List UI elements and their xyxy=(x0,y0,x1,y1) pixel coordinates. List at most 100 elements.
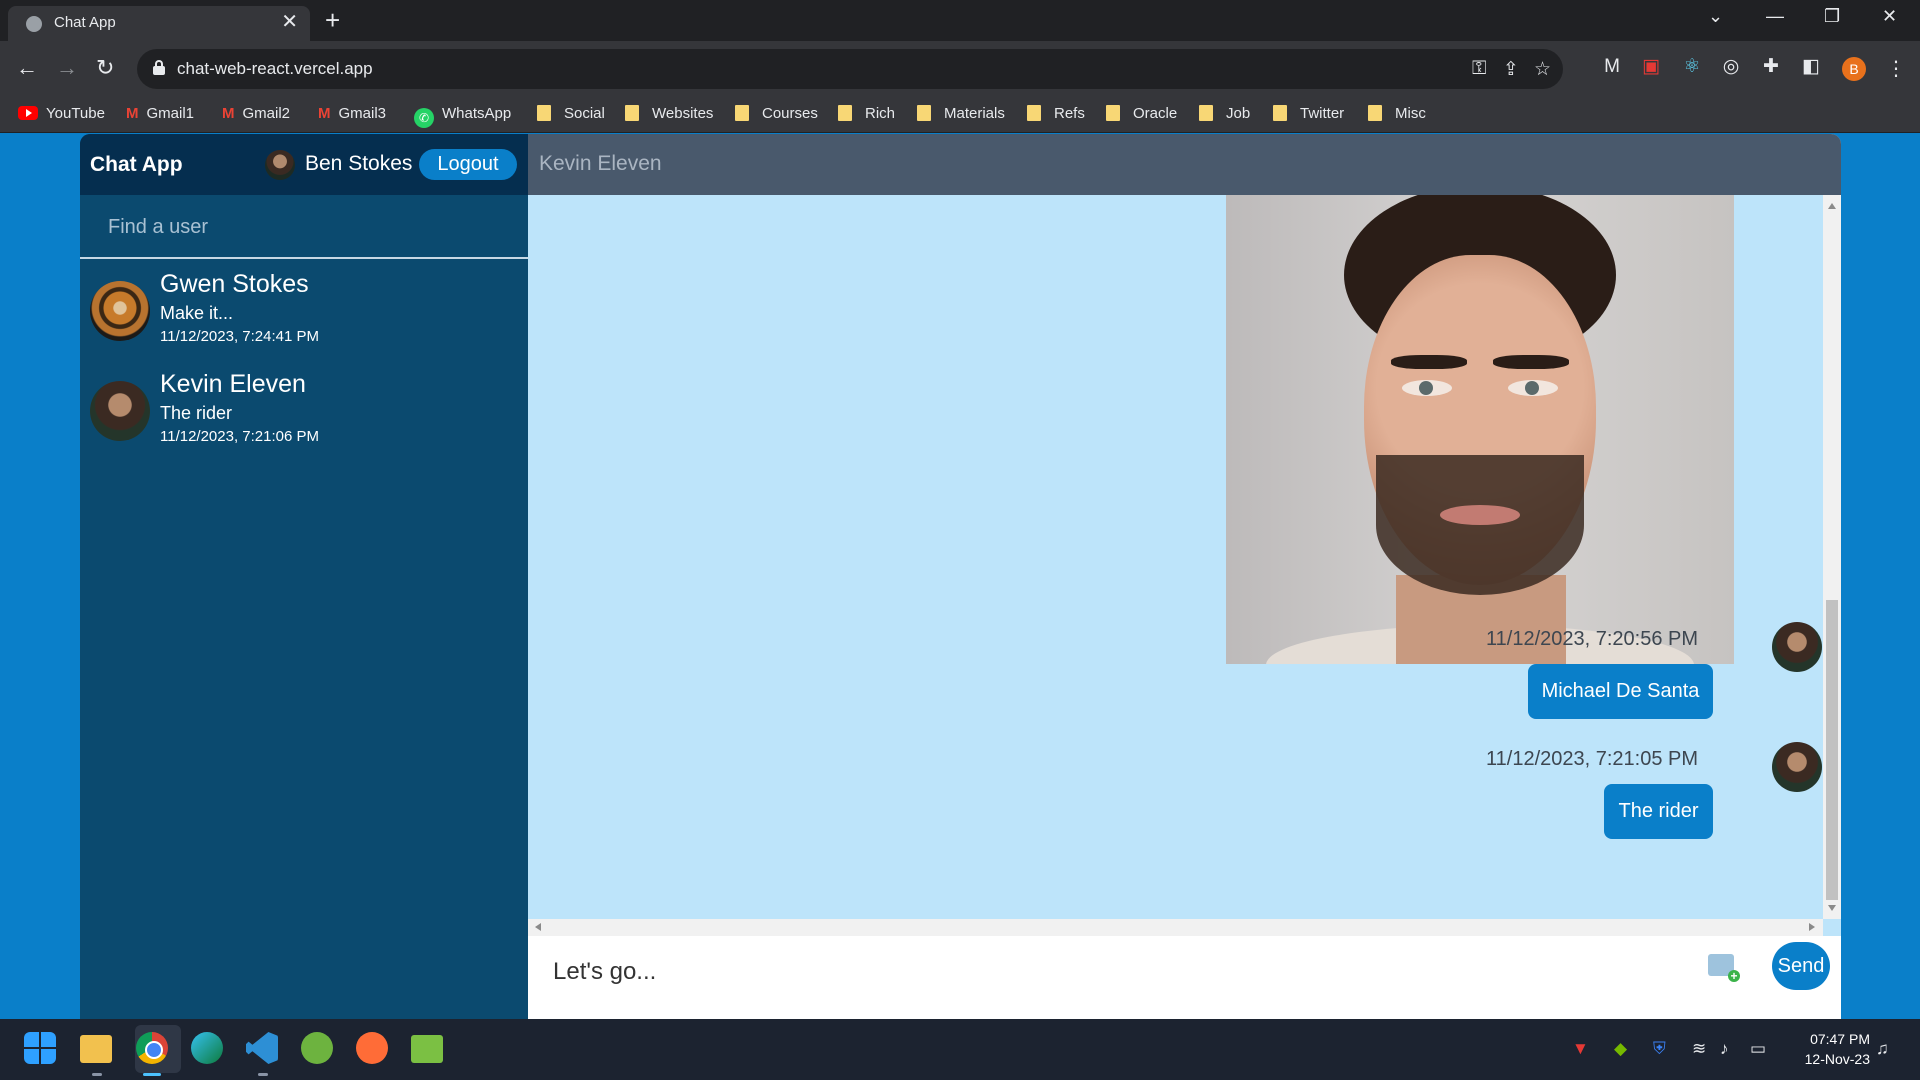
user-timestamp: 11/12/2023, 7:24:41 PM xyxy=(160,328,320,345)
gmail-icon: M xyxy=(318,105,331,122)
postman-icon[interactable] xyxy=(356,1032,388,1064)
bookmark-folder-twitter[interactable]: Twitter xyxy=(1273,105,1344,122)
folder-icon xyxy=(1106,105,1120,121)
folder-icon xyxy=(838,105,852,121)
edge-icon[interactable] xyxy=(191,1032,223,1064)
scroll-left-icon[interactable] xyxy=(535,923,541,931)
start-menu-icon[interactable] xyxy=(24,1032,56,1064)
bookmark-folder-websites[interactable]: Websites xyxy=(625,105,713,122)
tab-search-icon[interactable]: ⌄ xyxy=(1708,6,1723,27)
mcafee-icon[interactable]: ▼ xyxy=(1572,1039,1589,1059)
extension-m-icon[interactable]: M xyxy=(1601,56,1623,78)
user-last-message: Make it... xyxy=(160,303,234,323)
tab-close-icon[interactable]: ✕ xyxy=(281,11,298,33)
minimize-icon[interactable]: — xyxy=(1766,6,1784,27)
scroll-right-icon[interactable] xyxy=(1809,923,1815,931)
message-list[interactable]: 11/12/2023, 7:20:56 PM Michael De Santa … xyxy=(528,195,1841,936)
bookmark-star-icon[interactable]: ☆ xyxy=(1534,58,1551,81)
url-text[interactable]: chat-web-react.vercel.app xyxy=(177,59,373,79)
react-devtools-icon[interactable]: ⚛ xyxy=(1681,56,1703,78)
battery-icon[interactable]: ▭ xyxy=(1750,1039,1766,1059)
windows-taskbar: ▼ ◆ ⛨ ≋ ♪ ▭ 07:47 PM 12-Nov-23 ♫ xyxy=(0,1019,1920,1080)
message-bubble[interactable]: Michael De Santa xyxy=(1528,664,1713,719)
user-last-message: The rider xyxy=(160,403,233,423)
folder-icon xyxy=(1368,105,1382,121)
bookmark-folder-social[interactable]: Social xyxy=(537,105,605,122)
bookmark-folder-materials[interactable]: Materials xyxy=(917,105,1005,122)
lock-icon[interactable] xyxy=(153,60,165,76)
send-button[interactable]: Send xyxy=(1772,942,1830,990)
file-explorer-icon[interactable] xyxy=(80,1035,112,1063)
portrait-brow xyxy=(1391,355,1467,369)
sidebar: Chat App Ben Stokes Logout Gwen Stokes M… xyxy=(80,134,528,1019)
scroll-thumb[interactable] xyxy=(1826,600,1838,900)
message-bubble[interactable]: The rider xyxy=(1604,784,1713,839)
notepad-icon[interactable] xyxy=(411,1035,443,1063)
folder-icon xyxy=(625,105,639,121)
portrait-eye xyxy=(1402,380,1452,396)
bookmark-folder-rich[interactable]: Rich xyxy=(838,105,895,122)
bookmark-folder-oracle[interactable]: Oracle xyxy=(1106,105,1177,122)
message-input[interactable] xyxy=(553,954,1653,990)
browser-tab-bar: Chat App ✕ + ⌄ — ❐ ✕ xyxy=(0,0,1920,41)
bookmark-folder-courses[interactable]: Courses xyxy=(735,105,818,122)
user-timestamp: 11/12/2023, 7:21:06 PM xyxy=(160,428,320,445)
window-close-icon[interactable]: ✕ xyxy=(1882,6,1897,27)
user-name: Kevin Eleven xyxy=(160,370,306,398)
wifi-icon[interactable]: ≋ xyxy=(1692,1039,1706,1059)
sidebar-header: Chat App Ben Stokes Logout xyxy=(80,134,528,195)
bookmark-folder-job[interactable]: Job xyxy=(1199,105,1250,122)
volume-icon[interactable]: ♪ xyxy=(1720,1039,1729,1059)
side-panel-icon[interactable]: ◧ xyxy=(1800,56,1822,78)
security-shield-icon[interactable]: ⛨ xyxy=(1653,1039,1666,1059)
new-tab-button[interactable]: + xyxy=(325,5,340,35)
running-indicator xyxy=(258,1073,268,1076)
nvidia-icon[interactable]: ◆ xyxy=(1614,1039,1627,1059)
clock-time: 07:47 PM xyxy=(1810,1031,1870,1047)
back-icon[interactable]: ← xyxy=(16,55,38,81)
vertical-scrollbar[interactable] xyxy=(1823,195,1841,919)
bookmark-folder-refs[interactable]: Refs xyxy=(1027,105,1085,122)
portrait-beard xyxy=(1376,455,1584,595)
bookmark-gmail1[interactable]: M Gmail1 xyxy=(126,105,194,122)
folder-icon xyxy=(735,105,749,121)
address-bar[interactable]: chat-web-react.vercel.app ⚿ ⇪ ☆ xyxy=(137,49,1563,89)
folder-icon xyxy=(917,105,931,121)
bookmark-gmail2[interactable]: M Gmail2 xyxy=(222,105,290,122)
spring-tools-icon[interactable] xyxy=(301,1032,333,1064)
folder-icon xyxy=(1273,105,1287,121)
message-image[interactable] xyxy=(1226,195,1734,664)
user-name: Gwen Stokes xyxy=(160,270,309,298)
message-composer: Send xyxy=(528,936,1841,1019)
user-avatar xyxy=(90,281,150,341)
browser-tab[interactable]: Chat App ✕ xyxy=(8,6,310,41)
key-icon[interactable]: ⚿ xyxy=(1472,58,1486,80)
extension-shield-icon[interactable]: ▣ xyxy=(1640,56,1662,78)
forward-icon[interactable]: → xyxy=(56,55,78,81)
bookmark-whatsapp[interactable]: ✆ WhatsApp xyxy=(414,105,511,128)
user-list-item[interactable]: Gwen Stokes Make it... 11/12/2023, 7:24:… xyxy=(80,261,528,357)
horizontal-scrollbar[interactable] xyxy=(528,919,1823,936)
find-user-input[interactable] xyxy=(108,213,498,241)
user-list-item[interactable]: Kevin Eleven The rider 11/12/2023, 7:21:… xyxy=(80,361,528,457)
logout-button[interactable]: Logout xyxy=(419,149,517,180)
chrome-icon[interactable] xyxy=(136,1032,168,1064)
bookmark-gmail3[interactable]: M Gmail3 xyxy=(318,105,386,122)
message-timestamp: 11/12/2023, 7:21:05 PM xyxy=(1486,748,1699,770)
restore-icon[interactable]: ❐ xyxy=(1824,6,1840,27)
profile-avatar[interactable]: B xyxy=(1842,57,1866,81)
vscode-icon[interactable] xyxy=(246,1032,278,1064)
portrait-eye xyxy=(1508,380,1558,396)
share-icon[interactable]: ⇪ xyxy=(1503,58,1519,81)
bookmark-folder-misc[interactable]: Misc xyxy=(1368,105,1426,122)
system-clock[interactable]: 07:47 PM 12-Nov-23 xyxy=(1790,1029,1870,1069)
attach-image-icon[interactable] xyxy=(1708,954,1740,982)
bookmark-youtube[interactable]: YouTube xyxy=(18,105,105,122)
extension-target-icon[interactable]: ◎ xyxy=(1720,56,1742,78)
notification-bell-icon[interactable]: ♫ xyxy=(1876,1039,1889,1059)
extensions-puzzle-icon[interactable]: ✚ xyxy=(1760,56,1782,78)
browser-menu-icon[interactable]: ⋮ xyxy=(1886,56,1906,81)
reload-icon[interactable]: ↻ xyxy=(96,55,114,81)
scroll-down-icon[interactable] xyxy=(1828,905,1836,911)
scroll-up-icon[interactable] xyxy=(1828,203,1836,209)
